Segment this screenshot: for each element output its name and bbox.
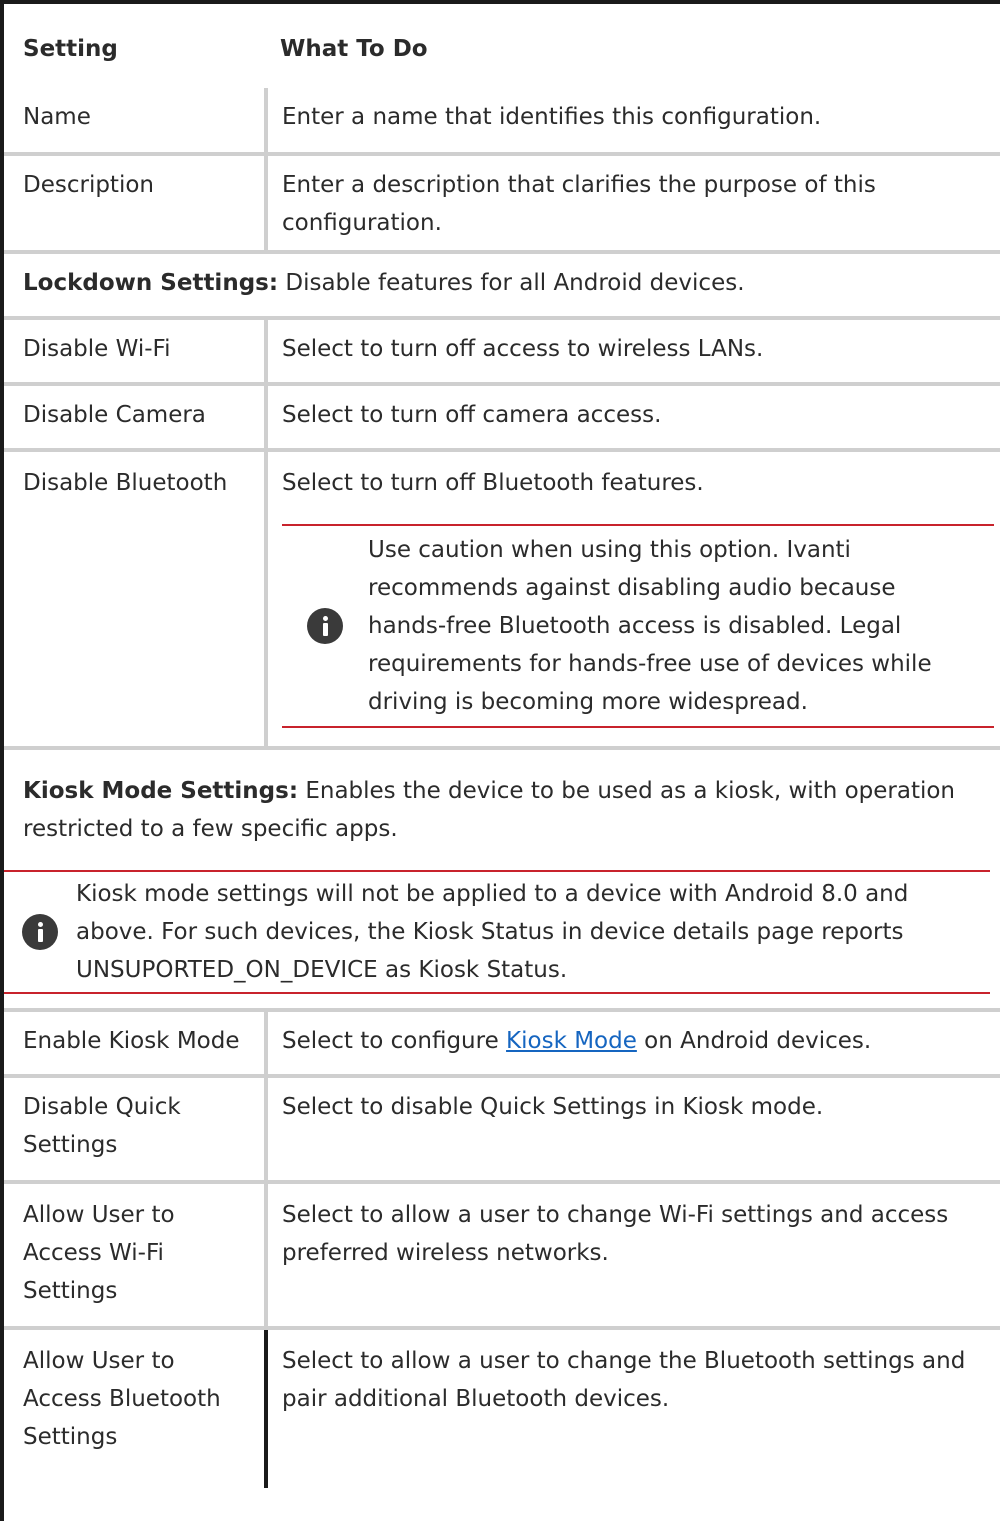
info-icon: [307, 608, 343, 644]
section-desc-lockdown: Disable features for all Android devices…: [278, 270, 745, 296]
settings-table: Setting What To Do Name Enter a name tha…: [4, 4, 1000, 1488]
description-cell: Select to turn off access to wireless LA…: [266, 318, 1000, 386]
header-what-to-do: What To Do: [266, 4, 1000, 88]
description-cell: Select to allow a user to change the Blu…: [266, 1328, 1000, 1488]
note-icon-wrap: [4, 914, 76, 950]
setting-name: Disable Camera: [23, 402, 206, 428]
setting-description: Select to allow a user to change Wi-Fi s…: [282, 1202, 949, 1266]
kiosk-mode-link[interactable]: Kiosk Mode: [506, 1028, 637, 1054]
setting-description: Select to configure Kiosk Mode on Androi…: [268, 1012, 1000, 1060]
desc-after-link: on Android devices.: [636, 1028, 872, 1054]
setting-cell: Enable Kiosk Mode: [4, 1010, 268, 1078]
header-what-to-do-label: What To Do: [280, 36, 428, 62]
description-cell: Enter a name that identifies this config…: [266, 88, 1000, 156]
table-row: Disable Bluetooth Select to turn off Blu…: [4, 450, 1000, 750]
section-cell: Lockdown Settings: Disable features for …: [4, 252, 1000, 320]
table-row: Disable Camera Select to turn off camera…: [4, 384, 1000, 452]
setting-name: Disable Bluetooth: [23, 470, 228, 496]
setting-description: Select to allow a user to change the Blu…: [282, 1348, 966, 1412]
note-text: Kiosk mode settings will not be applied …: [76, 881, 909, 983]
setting-cell: Disable Bluetooth: [4, 450, 268, 750]
note-box: Use caution when using this option. Ivan…: [282, 524, 994, 728]
info-icon: [22, 914, 58, 950]
table-row: Name Enter a name that identifies this c…: [4, 88, 1000, 156]
table-row: Allow User to Access Bluetooth Settings …: [4, 1328, 1000, 1488]
table-header-row: Setting What To Do: [4, 4, 1000, 88]
section-text: Lockdown Settings: Disable features for …: [4, 254, 1000, 302]
setting-cell: Allow User to Access Wi-Fi Settings: [4, 1182, 268, 1330]
description-cell: Enter a description that clarifies the p…: [266, 154, 1000, 254]
header-setting-label: Setting: [23, 36, 118, 62]
setting-name: Disable Quick Settings: [23, 1094, 181, 1158]
setting-description: Select to turn off Bluetooth features.: [282, 470, 704, 496]
setting-description: Select to turn off access to wireless LA…: [282, 336, 764, 362]
section-row-kiosk: Kiosk Mode Settings: Enables the device …: [4, 748, 1000, 1012]
table-row: Disable Wi-Fi Select to turn off access …: [4, 318, 1000, 386]
setting-name: Allow User to Access Bluetooth Settings: [23, 1348, 221, 1450]
setting-description: Enter a name that identifies this config…: [282, 104, 822, 130]
note-icon-wrap: [282, 608, 368, 644]
table-row: Description Enter a description that cla…: [4, 154, 1000, 254]
setting-cell: Allow User to Access Bluetooth Settings: [4, 1328, 268, 1488]
note-box: Kiosk mode settings will not be applied …: [4, 870, 990, 994]
setting-cell: Name: [4, 88, 268, 156]
description-cell: Select to turn off camera access.: [266, 384, 1000, 452]
section-lead-kiosk: Kiosk Mode Settings:: [23, 778, 299, 804]
setting-name: Disable Wi-Fi: [23, 336, 171, 362]
description-cell: Select to allow a user to change Wi-Fi s…: [266, 1182, 1000, 1330]
table-row: Disable Quick Settings Select to disable…: [4, 1076, 1000, 1184]
setting-name: Description: [23, 172, 154, 198]
setting-name: Enable Kiosk Mode: [23, 1028, 240, 1054]
setting-cell: Disable Quick Settings: [4, 1076, 268, 1184]
table-row: Enable Kiosk Mode Select to configure Ki…: [4, 1010, 1000, 1078]
description-cell: Select to disable Quick Settings in Kios…: [266, 1076, 1000, 1184]
section-lead-lockdown: Lockdown Settings:: [23, 270, 279, 296]
setting-description: Enter a description that clarifies the p…: [282, 172, 876, 236]
setting-cell: Disable Wi-Fi: [4, 318, 268, 386]
table-row: Allow User to Access Wi-Fi Settings Sele…: [4, 1182, 1000, 1330]
setting-description: Select to turn off camera access.: [282, 402, 662, 428]
header-setting: Setting: [4, 4, 266, 88]
section-wrapper: Kiosk Mode Settings: Enables the device …: [4, 750, 1000, 848]
description-cell: Select to configure Kiosk Mode on Androi…: [266, 1010, 1000, 1078]
desc-before-link: Select to configure: [282, 1028, 507, 1054]
setting-name: Allow User to Access Wi-Fi Settings: [23, 1202, 175, 1304]
section-cell: Kiosk Mode Settings: Enables the device …: [4, 748, 1000, 1012]
section-row-lockdown: Lockdown Settings: Disable features for …: [4, 252, 1000, 320]
note-text: Use caution when using this option. Ivan…: [368, 537, 932, 715]
setting-cell: Description: [4, 154, 268, 254]
setting-cell: Disable Camera: [4, 384, 268, 452]
setting-name: Name: [23, 104, 91, 130]
description-cell: Select to turn off Bluetooth features. U…: [266, 450, 1000, 750]
setting-description: Select to disable Quick Settings in Kios…: [282, 1094, 824, 1120]
section-text: Kiosk Mode Settings: Enables the device …: [23, 772, 990, 848]
description-wrapper: Select to turn off Bluetooth features. U…: [268, 452, 1000, 728]
